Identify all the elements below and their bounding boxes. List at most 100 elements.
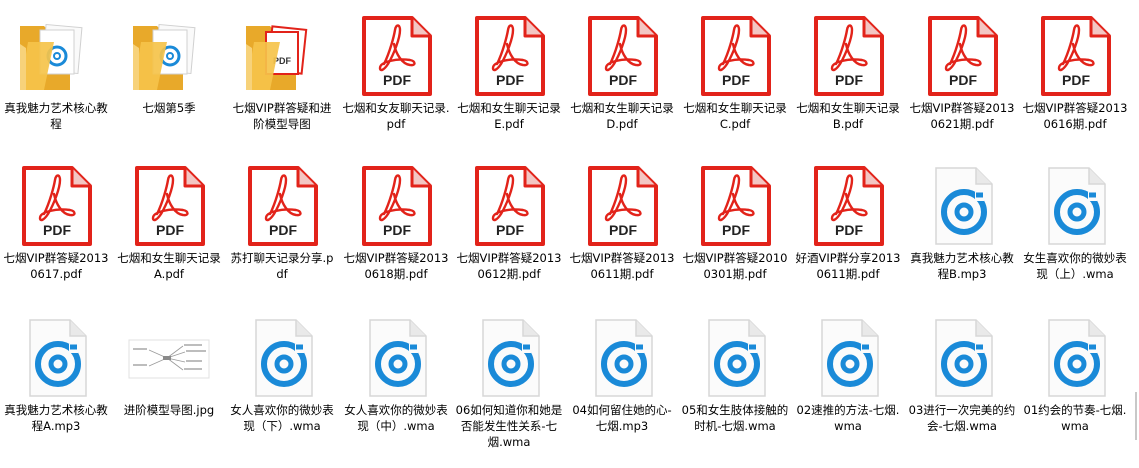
file-name-label: 06如何知道你和她是否能发生性关系-七烟.wma [455,403,563,449]
file-name-label: 七烟VIP群答疑20130611期.pdf [569,251,675,281]
audio-icon [14,316,98,400]
svg-text:PDF: PDF [722,72,750,88]
file-item[interactable]: 03进行一次完美的约会-七烟.wma [906,306,1018,456]
file-name-label: 女生喜欢你的微妙表现（上）.wma [1023,251,1127,281]
folder-icon [127,14,211,98]
svg-text:PDF: PDF [835,222,863,238]
file-name-label: 02速推的方法-七烟.wma [796,403,900,433]
file-item[interactable]: PDF 七烟VIP群答疑和进阶模型导图 [226,4,338,154]
file-item[interactable]: 女生喜欢你的微妙表现（上）.wma [1019,154,1131,304]
audio-icon [240,316,324,400]
file-name-label: 七烟第5季 [142,101,196,115]
svg-text:PDF: PDF [835,72,863,88]
pdf-icon: PDF [580,164,664,248]
pdf-icon: PDF [240,164,324,248]
svg-text:PDF: PDF [496,222,524,238]
file-name-label: 七烟VIP群答疑20130616期.pdf [1022,101,1128,131]
pdf-icon: PDF [1033,14,1117,98]
pdf-icon: PDF [467,14,551,98]
pdf-icon: PDF [467,164,551,248]
file-item[interactable]: 04如何留住她的心-七烟.mp3 [566,306,678,456]
file-grid: 真我魅力艺术核心教程 七烟第5季 PDF 七烟VIP群答疑和进阶模型导图 PDF… [0,0,1139,468]
file-item[interactable]: 女人喜欢你的微妙表现（中）.wma [340,306,452,456]
file-name-label: 好酒VIP群分享20130611期.pdf [795,251,901,281]
file-item[interactable]: 05和女生肢体接触的时机-七烟.wma [679,306,791,456]
file-item[interactable]: 七烟第5季 [113,4,225,154]
svg-text:PDF: PDF [156,222,184,238]
file-item[interactable]: PDF 七烟和女生聊天记录E.pdf [453,4,565,154]
audio-icon [1033,316,1117,400]
file-name-label: 七烟VIP群答疑20130621期.pdf [909,101,1015,131]
file-item[interactable]: PDF 七烟和女生聊天记录D.pdf [566,4,678,154]
svg-text:PDF: PDF [496,72,524,88]
file-name-label: 苏打聊天记录分享.pdf [230,251,334,281]
file-name-label: 真我魅力艺术核心教程B.mp3 [910,251,1014,281]
file-name-label: 真我魅力艺术核心教程A.mp3 [4,403,108,433]
file-item[interactable]: PDF 七烟和女友聊天记录.pdf [340,4,452,154]
file-name-label: 七烟VIP群答疑20130617.pdf [3,251,109,281]
audio-icon [920,164,1004,248]
pdf-icon: PDF [693,164,777,248]
file-item[interactable]: 真我魅力艺术核心教程A.mp3 [0,306,112,456]
file-name-label: 真我魅力艺术核心教程 [4,101,108,131]
file-name-label: 女人喜欢你的微妙表现（下）.wma [230,403,334,433]
file-item[interactable]: PDF 好酒VIP群分享20130611期.pdf [792,154,904,304]
file-item[interactable]: PDF 七烟VIP群答疑20130616期.pdf [1019,4,1131,154]
folder-icon [14,14,98,98]
svg-text:PDF: PDF [949,72,977,88]
pdf-icon: PDF [580,14,664,98]
svg-text:PDF: PDF [722,222,750,238]
file-name-label: 七烟VIP群答疑20130618期.pdf [343,251,449,281]
file-name-label: 01约会的节奏-七烟.wma [1023,403,1127,433]
file-name-label: 05和女生肢体接触的时机-七烟.wma [681,403,789,433]
file-item[interactable]: PDF 七烟VIP群答疑20130618期.pdf [340,154,452,304]
file-item[interactable]: PDF 七烟和女生聊天记录C.pdf [679,4,791,154]
pdf-icon: PDF [920,14,1004,98]
file-item[interactable]: 女人喜欢你的微妙表现（下）.wma [226,306,338,456]
pdf-icon: PDF [806,164,890,248]
file-name-label: 七烟VIP群答疑和进阶模型导图 [232,101,332,131]
file-name-label: 女人喜欢你的微妙表现（中）.wma [344,403,448,433]
file-item[interactable]: PDF 七烟VIP群答疑20130617.pdf [0,154,112,304]
file-name-label: 03进行一次完美的约会-七烟.wma [908,403,1016,433]
file-name-label: 进阶模型导图.jpg [123,403,215,417]
audio-icon [693,316,777,400]
folder-pdf-icon: PDF [240,14,324,98]
file-item[interactable]: 02速推的方法-七烟.wma [792,306,904,456]
audio-icon [806,316,890,400]
file-name-label: 七烟和女生聊天记录B.pdf [796,101,900,131]
file-item[interactable]: PDF 七烟和女生聊天记录A.pdf [113,154,225,304]
file-name-label: 七烟和女友聊天记录.pdf [342,101,450,131]
svg-text:PDF: PDF [43,222,71,238]
file-item[interactable]: 06如何知道你和她是否能发生性关系-七烟.wma [453,306,565,456]
scrollbar[interactable] [1135,392,1137,440]
file-name-label: 七烟和女生聊天记录D.pdf [570,101,674,131]
pdf-icon: PDF [806,14,890,98]
file-item[interactable]: 进阶模型导图.jpg [113,306,225,456]
audio-icon [920,316,1004,400]
svg-text:PDF: PDF [609,222,637,238]
file-name-label: 04如何留住她的心-七烟.mp3 [572,403,672,433]
audio-icon [467,316,551,400]
file-name-label: 七烟和女生聊天记录E.pdf [457,101,561,131]
svg-text:PDF: PDF [1062,72,1090,88]
file-name-label: 七烟和女生聊天记录A.pdf [117,251,221,281]
file-item[interactable]: 真我魅力艺术核心教程 [0,4,112,154]
pdf-icon: PDF [354,14,438,98]
pdf-icon: PDF [693,14,777,98]
file-name-label: 七烟和女生聊天记录C.pdf [683,101,787,131]
pdf-icon: PDF [354,164,438,248]
file-item[interactable]: PDF 七烟和女生聊天记录B.pdf [792,4,904,154]
file-item[interactable]: 01约会的节奏-七烟.wma [1019,306,1131,456]
file-item[interactable]: 真我魅力艺术核心教程B.mp3 [906,154,1018,304]
file-item[interactable]: PDF 七烟VIP群答疑20130611期.pdf [566,154,678,304]
svg-text:PDF: PDF [383,72,411,88]
audio-icon [580,316,664,400]
file-item[interactable]: PDF 七烟VIP群答疑20130612期.pdf [453,154,565,304]
file-item[interactable]: PDF 七烟VIP群答疑20130621期.pdf [906,4,1018,154]
file-item[interactable]: PDF 七烟VIP群答疑20100301期.pdf [679,154,791,304]
pdf-icon: PDF [14,164,98,248]
pdf-icon: PDF [127,164,211,248]
svg-text:PDF: PDF [609,72,637,88]
file-item[interactable]: PDF 苏打聊天记录分享.pdf [226,154,338,304]
